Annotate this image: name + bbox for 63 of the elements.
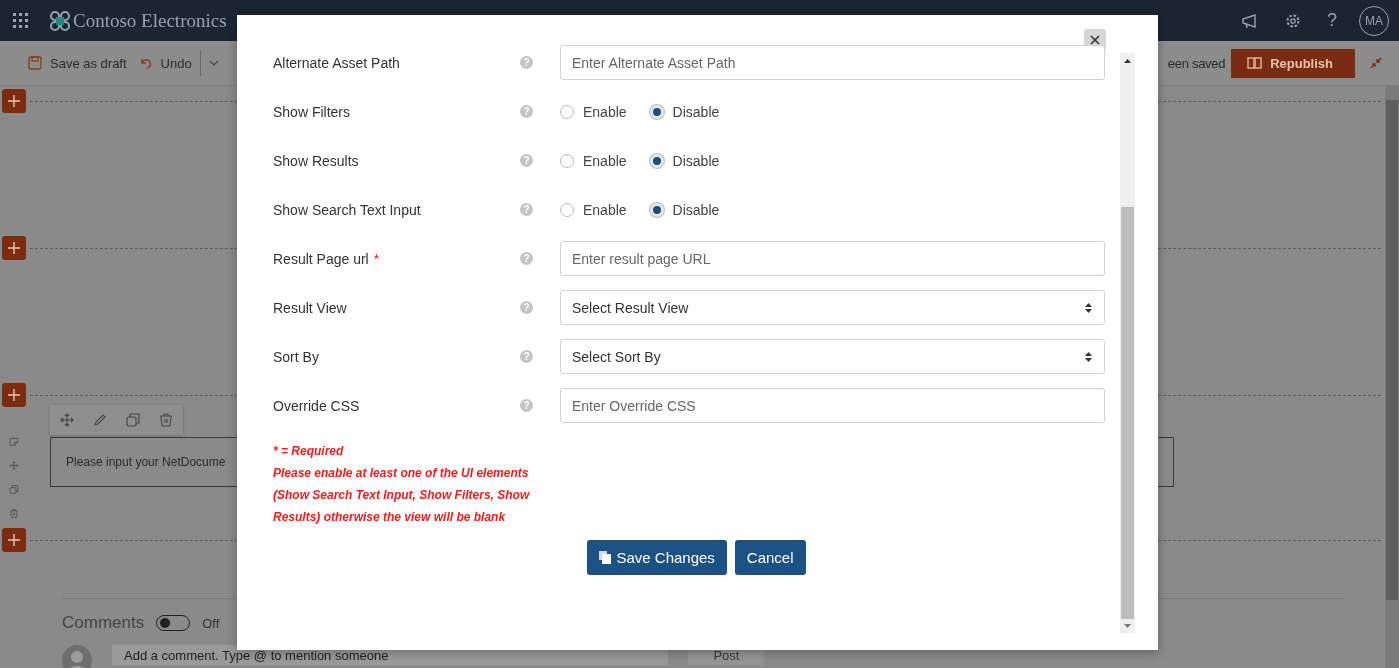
field-label: Result View — [273, 299, 347, 316]
cancel-button[interactable]: Cancel — [734, 540, 806, 575]
dropdown[interactable]: Select Result View — [560, 290, 1105, 325]
save-icon — [28, 56, 42, 70]
add-section-icon[interactable] — [2, 89, 26, 113]
book-icon — [1247, 57, 1263, 69]
field-label: Alternate Asset Path — [273, 54, 400, 71]
radio-option[interactable]: Enable — [560, 152, 627, 169]
save-draft-button[interactable]: Save as draft — [28, 55, 127, 71]
add-section-icon[interactable] — [2, 236, 26, 260]
validation-note: * = Required — [273, 443, 345, 460]
radio-option[interactable]: Disable — [649, 152, 720, 169]
text-input[interactable]: Enter Alternate Asset Path — [560, 45, 1105, 80]
trash-icon[interactable] — [7, 509, 21, 518]
radio-option[interactable]: Disable — [649, 201, 720, 218]
sort-arrows-icon — [1085, 351, 1092, 362]
field-label: Override CSS — [273, 397, 360, 414]
republish-button[interactable]: Republish — [1231, 48, 1355, 78]
edit-note-icon[interactable] — [7, 437, 21, 446]
field-label: Result Page url — [273, 250, 369, 267]
save-status: een saved — [1167, 55, 1226, 71]
toggle-label: Off — [202, 615, 220, 631]
dialog-scrollbar[interactable] — [1120, 53, 1135, 633]
webpart-message: Please input your NetDocume — [66, 455, 226, 469]
undo-button[interactable]: Undo — [138, 55, 192, 71]
required-mark: * — [373, 250, 380, 267]
field-label: Show Search Text Input — [273, 201, 421, 218]
collapse-icon[interactable] — [1369, 56, 1383, 70]
logo-icon — [50, 10, 70, 31]
app-launcher-icon[interactable] — [13, 13, 28, 28]
user-avatar-icon — [62, 645, 92, 668]
chevron-down-icon[interactable] — [208, 60, 219, 66]
move-icon[interactable] — [60, 413, 74, 427]
page-scrollbar[interactable] — [1385, 86, 1399, 668]
validation-note: Please enable at least one of the UI elements (Show Search Text Input, Show Filters, Show Results) otherwise the view will be blank — [273, 465, 531, 526]
move-icon[interactable] — [7, 461, 21, 470]
field-label: Show Filters — [273, 103, 351, 120]
close-icon — [1090, 35, 1100, 45]
radio-option[interactable]: Enable — [560, 201, 627, 218]
undo-icon — [138, 56, 153, 70]
help-button[interactable]: ? — [1327, 10, 1337, 31]
text-input[interactable]: Enter Override CSS — [560, 388, 1105, 423]
pencil-icon[interactable] — [93, 413, 107, 427]
field-label: Sort By — [273, 348, 319, 365]
trash-icon[interactable] — [159, 413, 173, 427]
add-section-icon[interactable] — [2, 528, 26, 552]
site-title[interactable]: Contoso Electronics — [73, 9, 227, 32]
sort-arrows-icon — [1085, 302, 1092, 313]
copy-icon[interactable] — [7, 485, 21, 494]
scroll-down-icon — [1124, 624, 1131, 628]
radio-option[interactable]: Enable — [560, 103, 627, 120]
settings-icon[interactable] — [1285, 12, 1301, 29]
megaphone-icon[interactable] — [1241, 12, 1259, 29]
field-label: Show Results — [273, 152, 359, 169]
save-changes-button[interactable]: Save Changes — [587, 540, 727, 575]
text-input[interactable]: Enter result page URL — [560, 241, 1105, 276]
radio-option[interactable]: Disable — [649, 103, 720, 120]
copy-icon[interactable] — [126, 413, 140, 427]
scroll-up-icon — [1124, 59, 1131, 63]
dropdown[interactable]: Select Sort By — [560, 339, 1105, 374]
copy-icon — [599, 551, 612, 564]
add-section-icon[interactable] — [2, 383, 26, 407]
comments-heading: Comments — [62, 613, 145, 633]
